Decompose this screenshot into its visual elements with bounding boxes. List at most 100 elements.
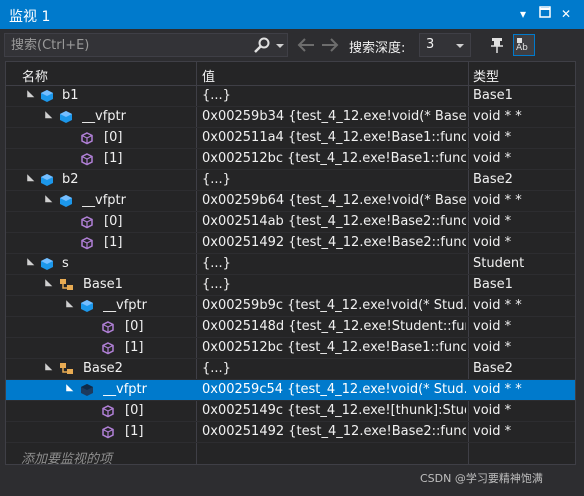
- expander-open-icon[interactable]: [23, 258, 35, 269]
- table-row[interactable]: [0] 0x002511a4 {test_4_12.exe!Base1::fun…: [6, 128, 575, 149]
- row-name: [1]: [104, 235, 123, 250]
- column-header-value[interactable]: 值: [202, 66, 215, 85]
- row-value: 0x002514ab {test_4_12.exe!Base2::func...: [202, 214, 466, 229]
- watch-rows: b1 {...} Base1 __vfptr 0x00259b34 {test_…: [6, 86, 575, 443]
- row-value: {...}: [202, 88, 231, 103]
- field-icon: [59, 110, 73, 124]
- row-type: void * *: [473, 298, 522, 313]
- add-watch-placeholder[interactable]: 添加要监视的项: [21, 448, 112, 467]
- row-value: 0x00251492 {test_4_12.exe!Base2::func...: [202, 235, 466, 250]
- pointer-element-icon: [101, 425, 115, 439]
- row-name: __vfptr: [82, 193, 126, 208]
- row-name: [1]: [125, 340, 144, 355]
- row-value: 0x002512bc {test_4_12.exe!Base1::func...: [202, 340, 466, 355]
- expander-open-icon[interactable]: [23, 174, 35, 185]
- pointer-element-icon: [80, 236, 94, 250]
- row-type: void *: [473, 214, 512, 229]
- field-icon: [80, 299, 94, 313]
- row-type: Base1: [473, 88, 513, 103]
- table-row[interactable]: Base1 {...} Base1: [6, 275, 575, 296]
- row-name: [1]: [125, 424, 144, 439]
- svg-text:Ab: Ab: [516, 43, 528, 53]
- pointer-element-icon: [101, 341, 115, 355]
- row-value: {...}: [202, 361, 231, 376]
- row-type: void * *: [473, 193, 522, 208]
- row-name: b2: [62, 172, 79, 187]
- table-row[interactable]: [1] 0x00251492 {test_4_12.exe!Base2::fun…: [6, 422, 575, 443]
- expander-open-icon[interactable]: [41, 279, 53, 290]
- watermark: CSDN @学习要精神饱满: [420, 472, 543, 485]
- search-icon[interactable]: [253, 37, 271, 55]
- table-row[interactable]: b1 {...} Base1: [6, 86, 575, 107]
- search-box[interactable]: [4, 33, 288, 57]
- pointer-element-icon: [101, 404, 115, 418]
- row-value: 0x002511a4 {test_4_12.exe!Base1::func...: [202, 130, 466, 145]
- table-row[interactable]: b2 {...} Base2: [6, 170, 575, 191]
- row-type: void * *: [473, 382, 522, 397]
- row-value: 0x00259b9c {test_4_12.exe!void(* Stud...: [202, 298, 466, 313]
- row-name: b1: [62, 88, 79, 103]
- maximize-icon[interactable]: [537, 5, 553, 23]
- variable-icon: [40, 257, 54, 271]
- table-row[interactable]: __vfptr 0x00259b34 {test_4_12.exe!void(*…: [6, 107, 575, 128]
- row-type: Student: [473, 256, 525, 271]
- row-type: void *: [473, 235, 512, 250]
- search-depth-value: 3: [426, 37, 435, 52]
- row-name: __vfptr: [103, 298, 147, 313]
- table-row[interactable]: [0] 0x0025149c {test_4_12.exe![thunk]:St…: [6, 401, 575, 422]
- table-row[interactable]: __vfptr 0x00259b64 {test_4_12.exe!void(*…: [6, 191, 575, 212]
- row-type: void * *: [473, 109, 522, 124]
- row-name: [0]: [125, 319, 144, 334]
- row-name: [1]: [104, 151, 123, 166]
- row-type: Base2: [473, 172, 513, 187]
- pointer-element-icon: [101, 320, 115, 334]
- variable-icon: [40, 173, 54, 187]
- table-row[interactable]: s {...} Student: [6, 254, 575, 275]
- table-row[interactable]: [0] 0x0025148d {test_4_12.exe!Student::f…: [6, 317, 575, 338]
- add-watch-row[interactable]: 添加要监视的项: [6, 446, 575, 467]
- search-depth-select[interactable]: 3: [419, 33, 471, 57]
- table-row[interactable]: [1] 0x00251492 {test_4_12.exe!Base2::fun…: [6, 233, 575, 254]
- search-next-icon[interactable]: [320, 36, 340, 54]
- row-value: 0x002512bc {test_4_12.exe!Base1::func...: [202, 151, 466, 166]
- table-row[interactable]: [0] 0x002514ab {test_4_12.exe!Base2::fun…: [6, 212, 575, 233]
- chevron-down-icon[interactable]: ▾: [515, 5, 531, 23]
- row-type: void *: [473, 130, 512, 145]
- row-value: 0x00251492 {test_4_12.exe!Base2::func...: [202, 424, 466, 439]
- base-class-icon: [59, 362, 73, 376]
- search-previous-icon[interactable]: [296, 36, 316, 54]
- pin-icon[interactable]: [487, 34, 509, 56]
- expander-open-icon[interactable]: [23, 90, 35, 101]
- base-class-icon: [59, 278, 73, 292]
- row-value: {...}: [202, 172, 231, 187]
- column-header-name[interactable]: 名称: [22, 66, 48, 85]
- expander-open-icon[interactable]: [41, 111, 53, 122]
- watch-toolbar: 搜索深度: 3 Ab: [0, 30, 584, 61]
- expander-open-icon[interactable]: [41, 363, 53, 374]
- close-icon[interactable]: ✕: [558, 5, 574, 23]
- row-value: {...}: [202, 256, 231, 271]
- table-row[interactable]: __vfptr 0x00259b9c {test_4_12.exe!void(*…: [6, 296, 575, 317]
- window-title: 监视 1: [9, 9, 51, 25]
- table-row[interactable]: [1] 0x002512bc {test_4_12.exe!Base1::fun…: [6, 338, 575, 359]
- table-row[interactable]: Base2 {...} Base2: [6, 359, 575, 380]
- column-header-type[interactable]: 类型: [473, 66, 499, 85]
- expander-open-icon[interactable]: [62, 384, 74, 395]
- hex-display-icon[interactable]: Ab: [513, 34, 535, 56]
- search-options-dropdown[interactable]: [276, 44, 284, 48]
- row-type: void *: [473, 340, 512, 355]
- search-depth-label: 搜索深度:: [349, 41, 406, 56]
- row-value: 0x0025148d {test_4_12.exe!Student::func.…: [202, 319, 466, 334]
- row-type: void *: [473, 403, 512, 418]
- row-name: __vfptr: [103, 382, 147, 397]
- expander-open-icon[interactable]: [41, 195, 53, 206]
- table-row-selected[interactable]: __vfptr 0x00259c54 {test_4_12.exe!void(*…: [6, 380, 575, 401]
- expander-open-icon[interactable]: [62, 300, 74, 311]
- row-name: [0]: [104, 214, 123, 229]
- table-row[interactable]: [1] 0x002512bc {test_4_12.exe!Base1::fun…: [6, 149, 575, 170]
- row-value: 0x00259b34 {test_4_12.exe!void(* Base...: [202, 109, 466, 124]
- search-input[interactable]: [11, 36, 247, 54]
- row-type: Base2: [473, 361, 513, 376]
- field-icon: [80, 383, 94, 397]
- row-name: [0]: [104, 130, 123, 145]
